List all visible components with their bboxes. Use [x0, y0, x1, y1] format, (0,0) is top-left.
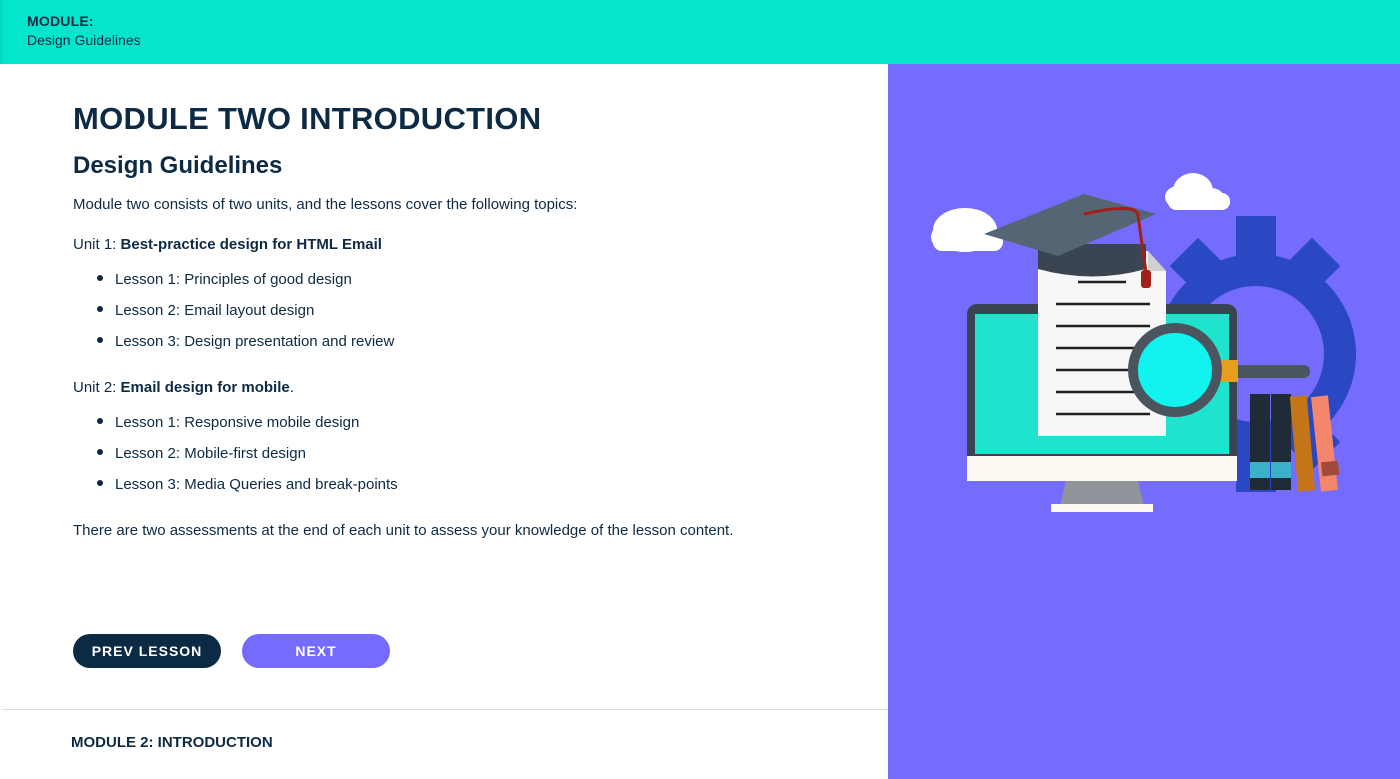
lesson-label: Lesson 1: Principles of good design [115, 271, 352, 288]
lesson-content: MODULE TWO INTRODUCTION Design Guideline… [0, 64, 888, 779]
list-item: Lesson 1: Responsive mobile design [97, 414, 359, 431]
books-icon [1250, 394, 1340, 492]
next-button[interactable]: NEXT [242, 634, 390, 668]
unit-2-suffix: . [289, 379, 294, 396]
lesson-label: Lesson 3: Media Queries and break-points [115, 476, 398, 493]
bullet-icon [97, 418, 103, 425]
footer-divider [2, 709, 888, 710]
list-item: Lesson 2: Email layout design [97, 302, 314, 319]
lesson-label: Lesson 2: Email layout design [115, 302, 315, 319]
lesson-label: Lesson 3: Design presentation and review [115, 333, 395, 350]
unit-2-heading: Unit 2: Email design for mobile. [73, 379, 294, 396]
lesson-label: Lesson 1: Responsive mobile design [115, 414, 360, 431]
illustration-panel [888, 64, 1400, 779]
bullet-icon [97, 480, 103, 487]
footer-module-label: MODULE 2: INTRODUCTION [71, 734, 273, 751]
page-title: MODULE TWO INTRODUCTION [73, 101, 542, 136]
closing-text: There are two assessments at the end of … [73, 522, 734, 539]
bullet-icon [97, 275, 103, 282]
unit-2-prefix: Unit 2: [73, 379, 121, 396]
module-label: MODULE: [27, 13, 94, 29]
module-name: Design Guidelines [27, 32, 141, 48]
unit-1-prefix: Unit 1: [73, 236, 121, 253]
page-subtitle: Design Guidelines [73, 152, 283, 179]
top-bar: MODULE: Design Guidelines [0, 0, 1400, 64]
list-item: Lesson 3: Media Queries and break-points [97, 476, 398, 493]
intro-text: Module two consists of two units, and th… [73, 196, 578, 213]
cloud-icon [1165, 173, 1230, 210]
education-illustration [931, 173, 1356, 512]
bullet-icon [97, 306, 103, 313]
prev-lesson-button[interactable]: PREV LESSON [73, 634, 221, 668]
list-item: Lesson 3: Design presentation and review [97, 333, 394, 350]
unit-1-name: Best-practice design for HTML Email [120, 236, 382, 253]
list-item: Lesson 1: Principles of good design [97, 271, 352, 288]
top-bar-edge [0, 0, 5, 64]
unit-1-heading: Unit 1: Best-practice design for HTML Em… [73, 236, 382, 253]
unit-2-name: Email design for mobile [120, 379, 290, 396]
bullet-icon [97, 337, 103, 344]
lesson-label: Lesson 2: Mobile-first design [115, 445, 306, 462]
cloud-icon [931, 208, 1003, 252]
list-item: Lesson 2: Mobile-first design [97, 445, 306, 462]
bullet-icon [97, 449, 103, 456]
